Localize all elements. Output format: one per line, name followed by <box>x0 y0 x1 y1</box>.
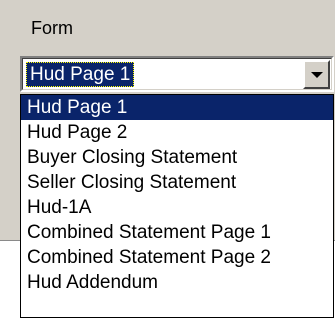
form-options-list[interactable]: Hud Page 1 Hud Page 2 Buyer Closing Stat… <box>20 94 334 318</box>
option-buyer-closing-statement[interactable]: Buyer Closing Statement <box>21 145 333 170</box>
option-hud-addendum[interactable]: Hud Addendum <box>21 270 333 295</box>
dropdown-button[interactable] <box>303 60 330 89</box>
form-label: Form <box>31 18 73 38</box>
option-combined-statement-page-1[interactable]: Combined Statement Page 1 <box>21 220 333 245</box>
option-hud-page-2[interactable]: Hud Page 2 <box>21 120 333 145</box>
option-hud-page-1[interactable]: Hud Page 1 <box>21 95 333 120</box>
form-select-field[interactable]: Hud Page 1 <box>22 58 332 90</box>
chevron-down-icon <box>310 71 323 78</box>
option-combined-statement-page-2[interactable]: Combined Statement Page 2 <box>21 245 333 270</box>
option-seller-closing-statement[interactable]: Seller Closing Statement <box>21 170 333 195</box>
option-hud-1a[interactable]: Hud-1A <box>21 195 333 220</box>
form-select-value[interactable]: Hud Page 1 <box>26 62 135 87</box>
form-select[interactable]: Hud Page 1 <box>20 56 334 92</box>
